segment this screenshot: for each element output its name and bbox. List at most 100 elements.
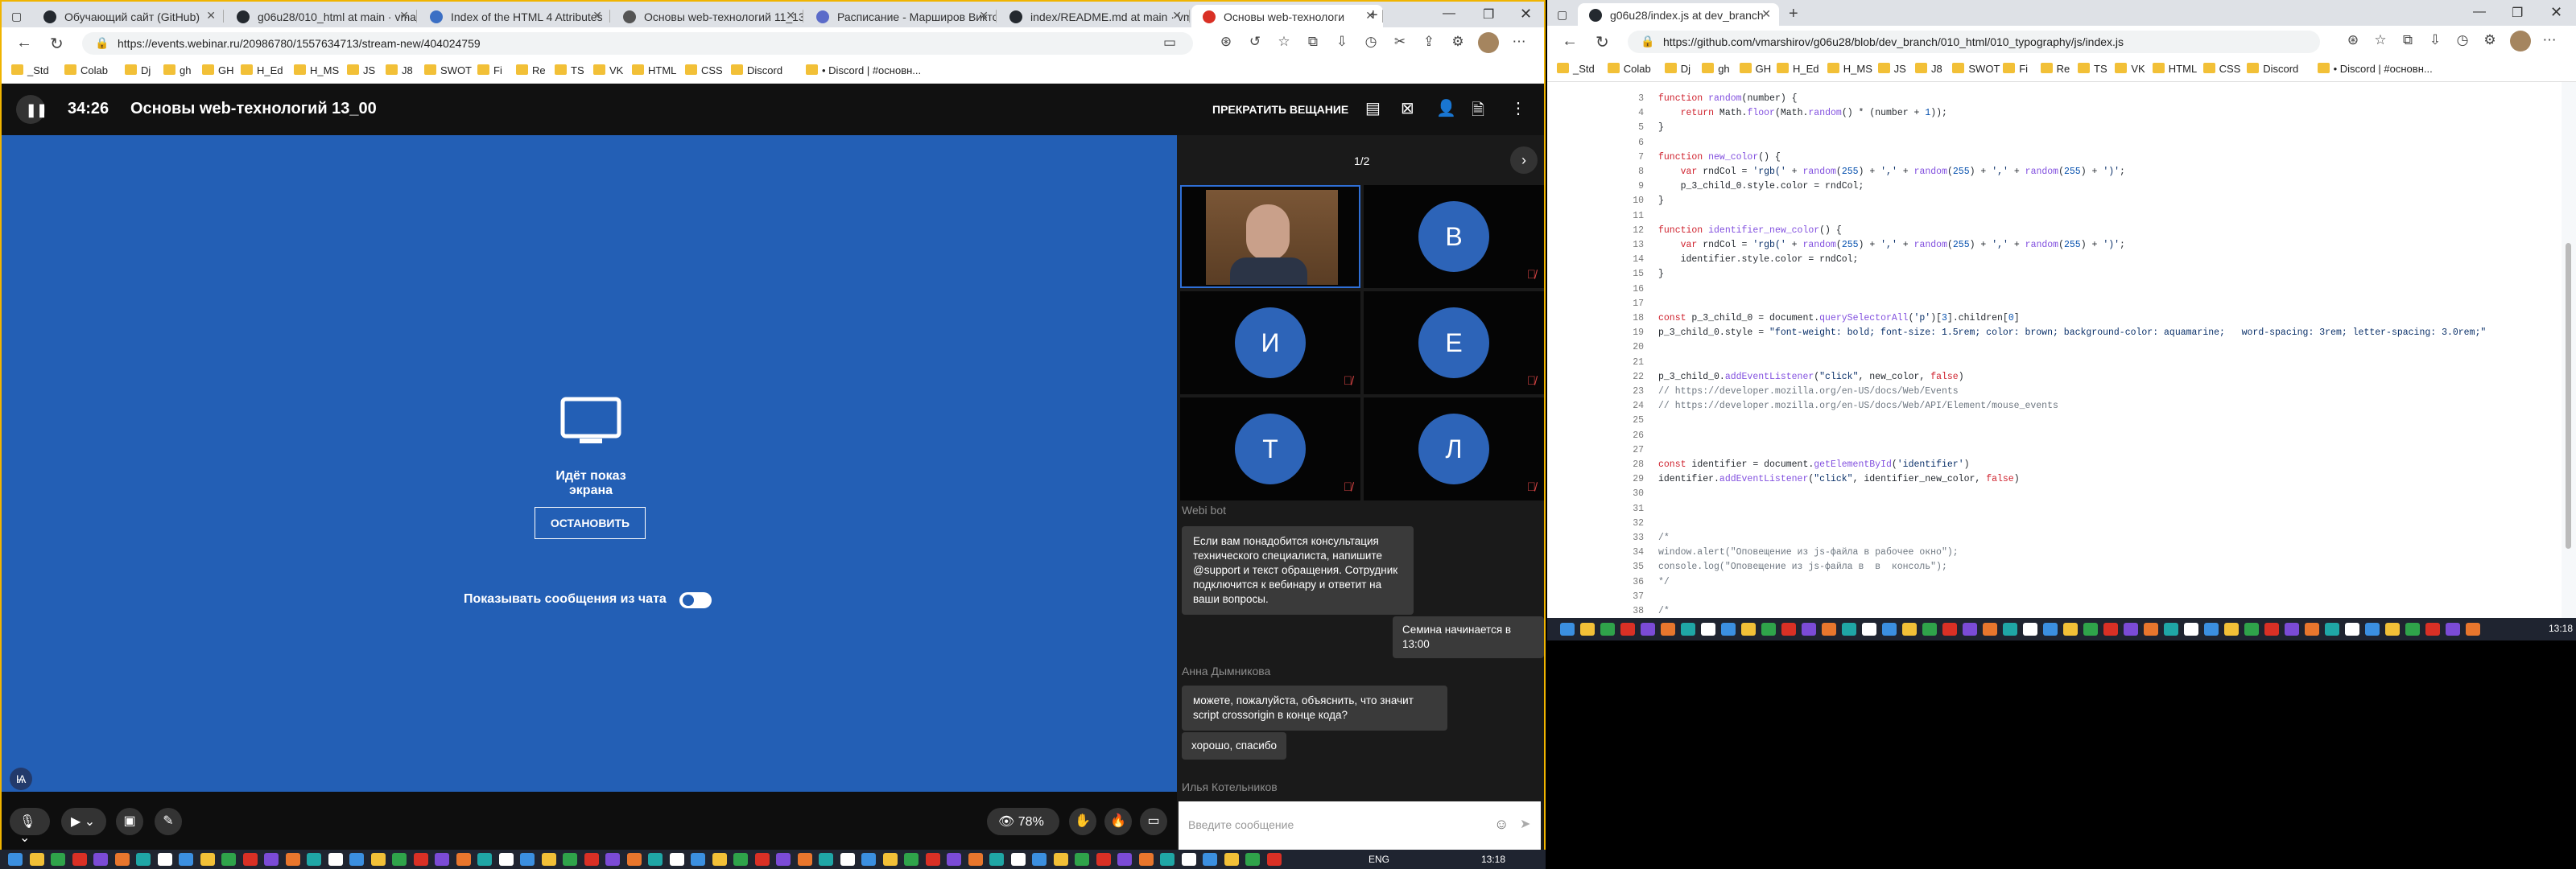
tab-3[interactable]: Основы web-технологий 11_13 ✕ — [612, 5, 803, 27]
tab-2[interactable]: Index of the HTML 4 Attributes ✕ — [419, 5, 610, 27]
maximize-icon[interactable]: ❐ — [2512, 5, 2523, 21]
taskbar-app-icon[interactable] — [1160, 853, 1174, 866]
bookmark-item[interactable]: CSS — [2202, 63, 2240, 75]
taskbar-app-icon[interactable] — [456, 853, 471, 866]
bookmark-item[interactable]: Fi — [477, 64, 502, 76]
taskbar-app-icon[interactable] — [797, 853, 812, 866]
taskbar-app-icon[interactable] — [2345, 623, 2359, 636]
draw-button[interactable]: ✎ — [155, 808, 182, 835]
bookmark-item[interactable]: H_MS — [1827, 63, 1872, 75]
taskbar-app-icon[interactable] — [8, 853, 23, 866]
taskbar-app-icon[interactable] — [1661, 623, 1675, 636]
taskbar-app-icon[interactable] — [776, 853, 791, 866]
taskbar-app-icon[interactable] — [1882, 623, 1897, 636]
taskbar-app-icon[interactable] — [2103, 623, 2118, 636]
taskbar-app-icon[interactable] — [2365, 623, 2380, 636]
taskbar-app-icon[interactable] — [840, 853, 855, 866]
bookmark-item[interactable]: HTML — [632, 64, 676, 76]
share-icon[interactable]: ⇪ — [1420, 34, 1438, 50]
minimize-icon[interactable]: — — [2473, 5, 2486, 19]
taskbar-app-icon[interactable] — [264, 853, 279, 866]
chat-icon[interactable]: ▤ — [1365, 98, 1381, 118]
bookmark-item[interactable]: SWOT — [424, 64, 472, 76]
taskbar-app-icon[interactable] — [285, 853, 300, 866]
favorites-icon[interactable]: ☆ — [2372, 32, 2389, 48]
tab-0[interactable]: Обучающий сайт (GitHub) ✕ — [32, 5, 224, 27]
taskbar-app-icon[interactable] — [947, 853, 961, 866]
participant-tile[interactable]: Т 🎙̸ — [1180, 397, 1360, 500]
taskbar-app-icon[interactable] — [370, 853, 386, 866]
more-options-icon[interactable]: ⋮ — [1510, 98, 1526, 118]
taskbar-app-icon[interactable] — [392, 853, 407, 866]
bookmark-item[interactable]: J8 — [386, 64, 413, 76]
bookmark-item[interactable]: VK — [2115, 63, 2145, 75]
collections-icon[interactable]: ⧉ — [1304, 34, 1322, 50]
close-tab-icon[interactable]: ✕ — [399, 9, 409, 23]
taskbar-app-icon[interactable] — [2083, 623, 2098, 636]
taskbar-app-icon[interactable] — [477, 853, 492, 866]
taskbar-app-icon[interactable] — [2124, 623, 2138, 636]
close-tab-icon[interactable]: ✕ — [979, 9, 989, 23]
taskbar-app-icon[interactable] — [2425, 623, 2440, 636]
tab-4[interactable]: Расписание - Марширов Виктор ✕ — [805, 5, 997, 27]
profile-avatar[interactable] — [2510, 31, 2531, 51]
taskbar-app-icon[interactable] — [2244, 623, 2259, 636]
taskbar-app-icon[interactable] — [1983, 623, 1997, 636]
taskbar-app-icon[interactable] — [1721, 623, 1736, 636]
taskbar-app-icon[interactable] — [114, 853, 130, 866]
taskbar-app-icon[interactable] — [691, 853, 705, 866]
downloads-icon[interactable]: ⇩ — [2426, 32, 2444, 48]
taskbar-app-icon[interactable] — [1942, 623, 1957, 636]
bookmark-item[interactable]: Colab — [1607, 63, 1651, 75]
settings-icon[interactable]: ⚙ — [1449, 34, 1467, 50]
taskbar-app-icon[interactable] — [648, 853, 663, 866]
close-window-icon[interactable]: ✕ — [2550, 4, 2562, 21]
back-icon[interactable]: ← — [1562, 32, 1578, 51]
taskbar-app-icon[interactable] — [157, 853, 172, 866]
tab-actions-icon[interactable]: ▢ — [5, 5, 29, 27]
raise-hand-button[interactable]: ✋ — [1069, 808, 1096, 835]
bookmark-item[interactable]: gh — [163, 64, 191, 76]
taskbar-app-icon[interactable] — [563, 853, 577, 866]
bookmark-item[interactable]: _Std — [1557, 63, 1595, 75]
taskbar-app-icon[interactable] — [328, 853, 343, 866]
refresh-extension-icon[interactable]: ↺ — [1246, 34, 1264, 50]
taskbar-app-icon[interactable] — [221, 853, 236, 866]
taskbar-app-icon[interactable] — [72, 853, 87, 866]
taskbar-app-icon[interactable] — [584, 853, 599, 866]
close-window-icon[interactable]: ✕ — [1520, 6, 1532, 23]
taskbar-app-icon[interactable] — [29, 853, 44, 866]
close-tab-icon[interactable]: ✕ — [786, 9, 795, 23]
taskbar-app-icon[interactable] — [669, 853, 684, 866]
bookmark-item[interactable]: Dj — [1664, 63, 1690, 75]
taskbar-app-icon[interactable] — [2405, 623, 2420, 636]
stop-broadcast-button[interactable]: ПРЕКРАТИТЬ ВЕЩАНИЕ — [1212, 103, 1348, 116]
bookmark-item[interactable]: Fi — [2003, 63, 2028, 75]
taskbar-app-icon[interactable] — [2063, 623, 2078, 636]
taskbar-app-icon[interactable] — [1117, 853, 1132, 866]
bookmark-item[interactable]: TS — [555, 64, 584, 76]
screen-share-button[interactable]: ▣ — [116, 808, 143, 835]
downloads-icon[interactable]: ⇩ — [1333, 34, 1351, 50]
chat-input[interactable]: Введите сообщение — [1188, 811, 1478, 838]
profile-avatar[interactable] — [1478, 32, 1499, 53]
taskbar-app-icon[interactable] — [1075, 853, 1089, 866]
bookmark-item[interactable]: Discord — [2247, 63, 2298, 75]
taskbar-app-icon[interactable] — [2446, 623, 2460, 636]
tab-6[interactable]: Основы web-технологи ✕ — [1191, 5, 1383, 27]
taskbar-app-icon[interactable] — [1600, 623, 1615, 636]
files-icon[interactable]: 🗎 — [1472, 98, 1484, 126]
extension-icon[interactable]: ⊛ — [1217, 34, 1235, 50]
scrollbar[interactable] — [2562, 82, 2576, 640]
taskbar-app-icon[interactable] — [2305, 623, 2319, 636]
emoji-icon[interactable]: ☺ — [1494, 816, 1509, 833]
taskbar-app-icon[interactable] — [1761, 623, 1776, 636]
back-icon[interactable]: ← — [16, 34, 32, 52]
taskbar-app-icon[interactable] — [2264, 623, 2279, 636]
taskbar-app-icon[interactable] — [1032, 853, 1046, 866]
bookmark-item[interactable]: _Std — [11, 64, 49, 76]
menu-dots-icon[interactable]: ⋯ — [2541, 32, 2558, 48]
taskbar-app-icon[interactable] — [1802, 623, 1816, 636]
taskbar-app-icon[interactable] — [520, 853, 535, 866]
taskbar-app-icon[interactable] — [1842, 623, 1856, 636]
